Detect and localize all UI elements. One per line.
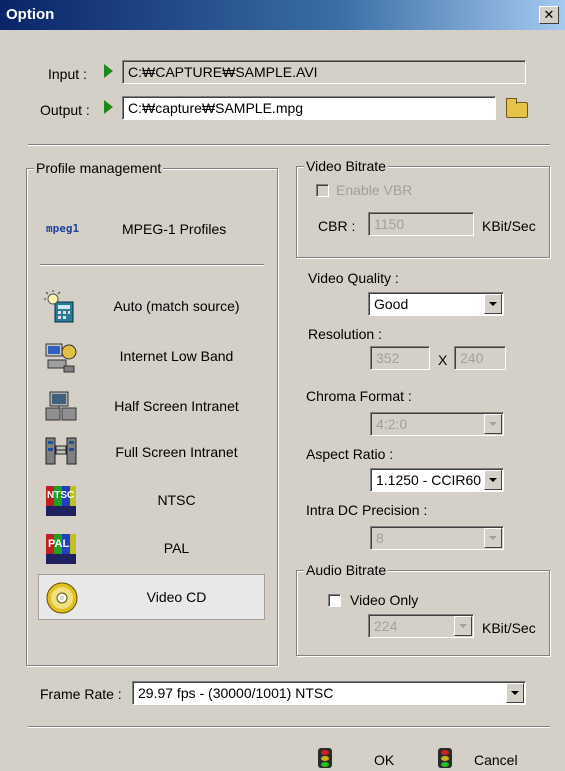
chevron-down-icon[interactable] — [484, 414, 502, 434]
cancel-button[interactable]: Cancel — [438, 746, 548, 770]
profile-auto-match[interactable]: Auto (match source) — [38, 284, 265, 330]
close-button[interactable]: ✕ — [539, 6, 559, 24]
title-bar: Option ✕ — [0, 0, 565, 30]
video-quality-value: Good — [374, 296, 409, 312]
video-quality-select[interactable]: Good — [368, 292, 504, 316]
video-bitrate-title: Video Bitrate — [304, 158, 388, 174]
chevron-down-icon[interactable] — [506, 683, 524, 703]
aspect-ratio-value: 1.1250 - CCIR601 — [376, 472, 481, 488]
ok-button[interactable]: OK — [318, 746, 398, 770]
profile-label-full-screen: Full Screen Intranet — [115, 444, 238, 460]
close-icon: ✕ — [543, 7, 555, 22]
profile-internet-low-band[interactable]: Internet Low Band — [38, 334, 265, 380]
resolution-height-input[interactable]: 240 — [454, 346, 506, 370]
chevron-down-icon[interactable] — [484, 294, 502, 314]
profile-management-title: Profile management — [34, 160, 164, 176]
profile-label-internet: Internet Low Band — [119, 348, 234, 364]
profile-half-screen-intranet[interactable]: Half Screen Intranet — [38, 384, 265, 430]
traffic-light-icon — [318, 748, 332, 768]
enable-vbr-checkbox[interactable] — [316, 184, 329, 197]
profile-ntsc[interactable]: NTSC NTSC — [38, 478, 265, 524]
intra-dc-select[interactable]: 8 — [370, 526, 504, 550]
output-path-field[interactable]: C:₩capture₩SAMPLE.mpg — [122, 96, 496, 120]
bottom-divider — [28, 726, 550, 728]
chroma-format-select[interactable]: 4:2:0 — [370, 412, 504, 436]
mpeg-profiles-title: MPEG-1 Profiles — [122, 221, 227, 237]
frame-rate-label: Frame Rate : — [40, 686, 122, 702]
aspect-ratio-label: Aspect Ratio : — [306, 446, 394, 462]
cancel-label: Cancel — [474, 752, 518, 768]
intra-dc-label: Intra DC Precision : — [306, 502, 428, 518]
pal-icon: PAL — [46, 534, 76, 564]
profile-label-half-screen: Half Screen Intranet — [114, 398, 239, 414]
profile-pal[interactable]: PAL PAL — [38, 526, 265, 572]
top-divider — [28, 144, 550, 146]
profile-label-auto: Auto (match source) — [113, 298, 240, 314]
output-arrow-icon — [104, 100, 113, 114]
frame-rate-value: 29.97 fps - (30000/1001) NTSC — [138, 685, 334, 701]
profile-video-cd[interactable]: Video CD — [38, 574, 265, 620]
folder-open-icon[interactable] — [506, 98, 528, 118]
audio-bitrate-unit: KBit/Sec — [482, 620, 536, 636]
pal-icon-text: PAL — [48, 538, 69, 550]
input-arrow-icon — [104, 64, 113, 78]
profile-divider — [40, 264, 264, 266]
traffic-light-icon — [438, 748, 452, 768]
cbr-input[interactable]: 1150 — [368, 212, 474, 236]
window-title: Option — [6, 6, 55, 23]
ok-label: OK — [374, 752, 395, 768]
chevron-down-icon[interactable] — [484, 528, 502, 548]
video-quality-label: Video Quality : — [308, 270, 399, 286]
audio-bitrate-group — [296, 570, 550, 656]
audio-bitrate-title: Audio Bitrate — [304, 562, 389, 578]
ntsc-icon-text: NTSC — [47, 490, 74, 501]
chevron-down-icon[interactable] — [454, 616, 472, 636]
cd-icon — [46, 582, 78, 614]
auto-match-icon — [44, 290, 74, 323]
cbr-label: CBR : — [318, 218, 356, 234]
mpeg-logo: mpeg1 — [46, 222, 80, 235]
audio-bitrate-select[interactable]: 224 — [368, 614, 474, 638]
profile-full-screen-intranet[interactable]: Full Screen Intranet — [38, 430, 265, 476]
profile-label-video-cd: Video CD — [146, 589, 207, 605]
full-screen-intranet-icon — [45, 437, 77, 465]
chevron-down-icon[interactable] — [484, 470, 502, 490]
intra-dc-value: 8 — [376, 530, 384, 546]
profile-label-pal: PAL — [163, 540, 190, 556]
chroma-format-value: 4:2:0 — [376, 416, 408, 432]
video-only-label: Video Only — [350, 592, 419, 608]
output-label: Output : — [40, 102, 90, 118]
input-label: Input : — [48, 66, 87, 82]
ntsc-icon: NTSC — [46, 486, 76, 516]
resolution-width-input[interactable]: 352 — [370, 346, 430, 370]
video-only-checkbox[interactable] — [328, 594, 341, 607]
frame-rate-select[interactable]: 29.97 fps - (30000/1001) NTSC — [132, 681, 526, 705]
enable-vbr-label: Enable VBR — [336, 182, 413, 198]
half-screen-intranet-icon — [45, 391, 77, 421]
chroma-format-label: Chroma Format : — [306, 388, 412, 404]
cbr-unit: KBit/Sec — [482, 218, 536, 234]
resolution-separator: X — [438, 352, 448, 368]
aspect-ratio-select[interactable]: 1.1250 - CCIR601 — [370, 468, 504, 492]
internet-low-band-icon — [45, 343, 77, 373]
resolution-label: Resolution : — [308, 326, 382, 342]
audio-bitrate-value: 224 — [374, 618, 398, 634]
input-path-field[interactable]: C:₩CAPTURE₩SAMPLE.AVI — [122, 60, 526, 84]
profile-label-ntsc: NTSC — [157, 492, 196, 508]
